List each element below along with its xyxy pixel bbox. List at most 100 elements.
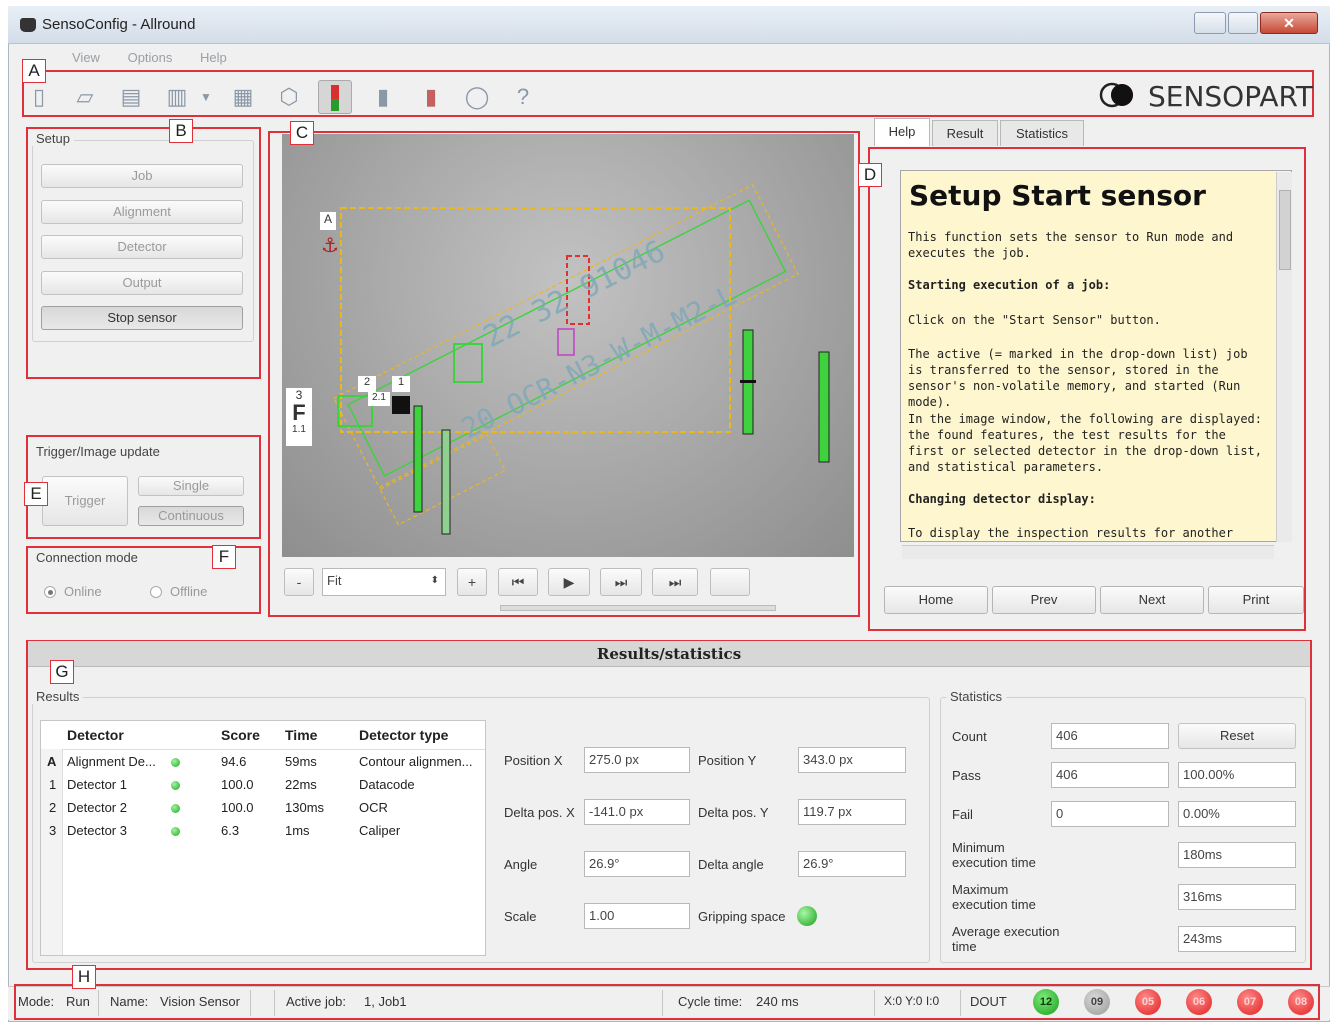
row-1-score: 100.0 [221,777,254,792]
max-time-label: Maximum execution time [952,882,1036,912]
callout-f: F [212,545,236,569]
title-bar: SensoConfig - Allround [8,6,1330,44]
row-3-detector[interactable]: Detector 3 [67,823,127,838]
row-a-status-icon [171,758,180,767]
row-2-score: 100.0 [221,800,254,815]
single-button[interactable]: Single [138,476,244,496]
col-detector: Detector [67,727,124,743]
alignment-button[interactable]: Alignment [41,200,243,224]
connection-title: Connection mode [32,550,142,565]
row-a-detector[interactable]: Alignment De... [67,754,156,769]
menu-view[interactable]: View [72,50,100,65]
row-2-detector[interactable]: Detector 2 [67,800,127,815]
image-slider[interactable] [500,605,776,611]
save-icon[interactable]: ▤ [114,80,148,114]
zoom-select-value: Fit [327,573,342,588]
app-icon [20,18,36,32]
zoom-select[interactable]: Fit ⬍ [322,568,446,596]
help-scroll-thumb[interactable] [1279,190,1291,270]
col-score: Score [221,727,260,743]
open-folder-icon[interactable]: ▱ [68,80,102,114]
position-x-field: 275.0 px [584,747,690,773]
detector-button[interactable]: Detector [41,235,243,259]
stop-sensor-button[interactable]: Stop sensor [41,306,243,330]
play-icon[interactable]: ▶ [548,568,590,596]
zoom-in-button[interactable]: + [457,568,487,596]
save-as-icon[interactable]: ▥ [160,80,194,114]
help-horizontal-scrollbar[interactable] [902,545,1274,559]
help-paragraph-1: This function sets the sensor to Run mod… [908,230,1234,260]
row-3-score: 6.3 [221,823,240,838]
book-blue-icon[interactable]: ▮ [366,80,400,114]
row-1-time: 22ms [285,777,317,792]
position-x-label: Position X [504,753,563,768]
delta-angle-field: 26.9° [798,851,906,877]
help-question-icon[interactable]: ? [506,80,540,114]
camera-image: ⚓ 22 32 91046 20 OCR-N3-W-M-M2-L A 3 F 1… [282,134,854,557]
row-2-time: 130ms [285,800,325,815]
help-next-button[interactable]: Next [1100,586,1204,614]
trigger-button[interactable]: Trigger [42,476,128,526]
row-1-detector[interactable]: Detector 1 [67,777,127,792]
callout-g: G [50,660,74,684]
min-time-field: 180ms [1178,842,1296,868]
brand-logo-text: SENSOPART [1148,80,1313,113]
dout-led-09: 09 [1084,989,1110,1015]
menu-help[interactable]: Help [200,50,227,65]
help-paragraph-3: The active (= marked in the drop-down li… [908,347,1248,409]
pass-percent-field: 100.00% [1178,762,1296,788]
online-radio[interactable] [44,586,56,598]
svg-text:⚓: ⚓ [321,233,339,257]
min-time-label: Minimum execution time [952,840,1036,870]
gripping-space-led-icon [797,906,817,926]
film-strip-icon[interactable]: ▦ [226,80,260,114]
run-sensor-icon[interactable] [318,80,352,114]
zoom-out-button[interactable]: - [284,568,314,596]
help-prev-button[interactable]: Prev [992,586,1096,614]
record-button[interactable] [710,568,750,596]
help-print-button[interactable]: Print [1208,586,1304,614]
output-button[interactable]: Output [41,271,243,295]
row-2-type: OCR [359,800,388,815]
help-heading-1: Starting execution of a job: [908,278,1111,292]
row-a-id: A [47,754,57,769]
offline-radio[interactable] [150,586,162,598]
count-label: Count [952,729,987,744]
menu-options[interactable]: Options [128,50,173,65]
job-button[interactable]: Job [41,164,243,188]
dropdown-arrow-icon[interactable]: ▼ [196,80,216,114]
status-name-label: Name: [110,994,149,1009]
help-home-button[interactable]: Home [884,586,988,614]
status-cycle-label: Cycle time: [678,994,743,1009]
status-job-value: 1, Job1 [364,994,407,1009]
first-image-icon[interactable]: ⏮ [498,568,538,596]
scale-label: Scale [504,909,537,924]
fail-field: 0 [1051,801,1169,827]
maximize-button[interactable] [1228,12,1258,34]
fail-percent-field: 0.00% [1178,801,1296,827]
reset-button[interactable]: Reset [1178,723,1296,749]
continuous-button[interactable]: Continuous [138,506,244,526]
row-2-id: 2 [49,800,57,815]
close-button[interactable]: ✕ [1260,12,1318,34]
overlay-label-a: A [320,212,336,230]
delta-pos-y-label: Delta pos. Y [698,805,769,820]
max-time-field: 316ms [1178,884,1296,910]
sensor-icon[interactable]: ⬡ [272,80,306,114]
datamatrix-icon [392,396,410,414]
magnifier-icon[interactable]: ◯ [460,80,494,114]
tab-help[interactable]: Help [874,118,930,146]
row-2-status-icon [171,804,180,813]
help-vertical-scrollbar[interactable] [1276,172,1292,542]
menu-bar: View Options Help [30,50,251,70]
book-red-icon[interactable]: ▮ [414,80,448,114]
tab-result[interactable]: Result [932,120,998,146]
offline-label: Offline [170,584,208,599]
overlay-label-one: 1 [392,376,410,392]
next-image-icon[interactable]: ⏭ [600,568,642,596]
new-file-icon[interactable]: ▯ [22,80,56,114]
minimize-button[interactable] [1194,12,1226,34]
scale-field: 1.00 [584,903,690,929]
tab-statistics[interactable]: Statistics [1000,120,1084,146]
last-image-icon[interactable]: ⏭ [652,568,698,596]
